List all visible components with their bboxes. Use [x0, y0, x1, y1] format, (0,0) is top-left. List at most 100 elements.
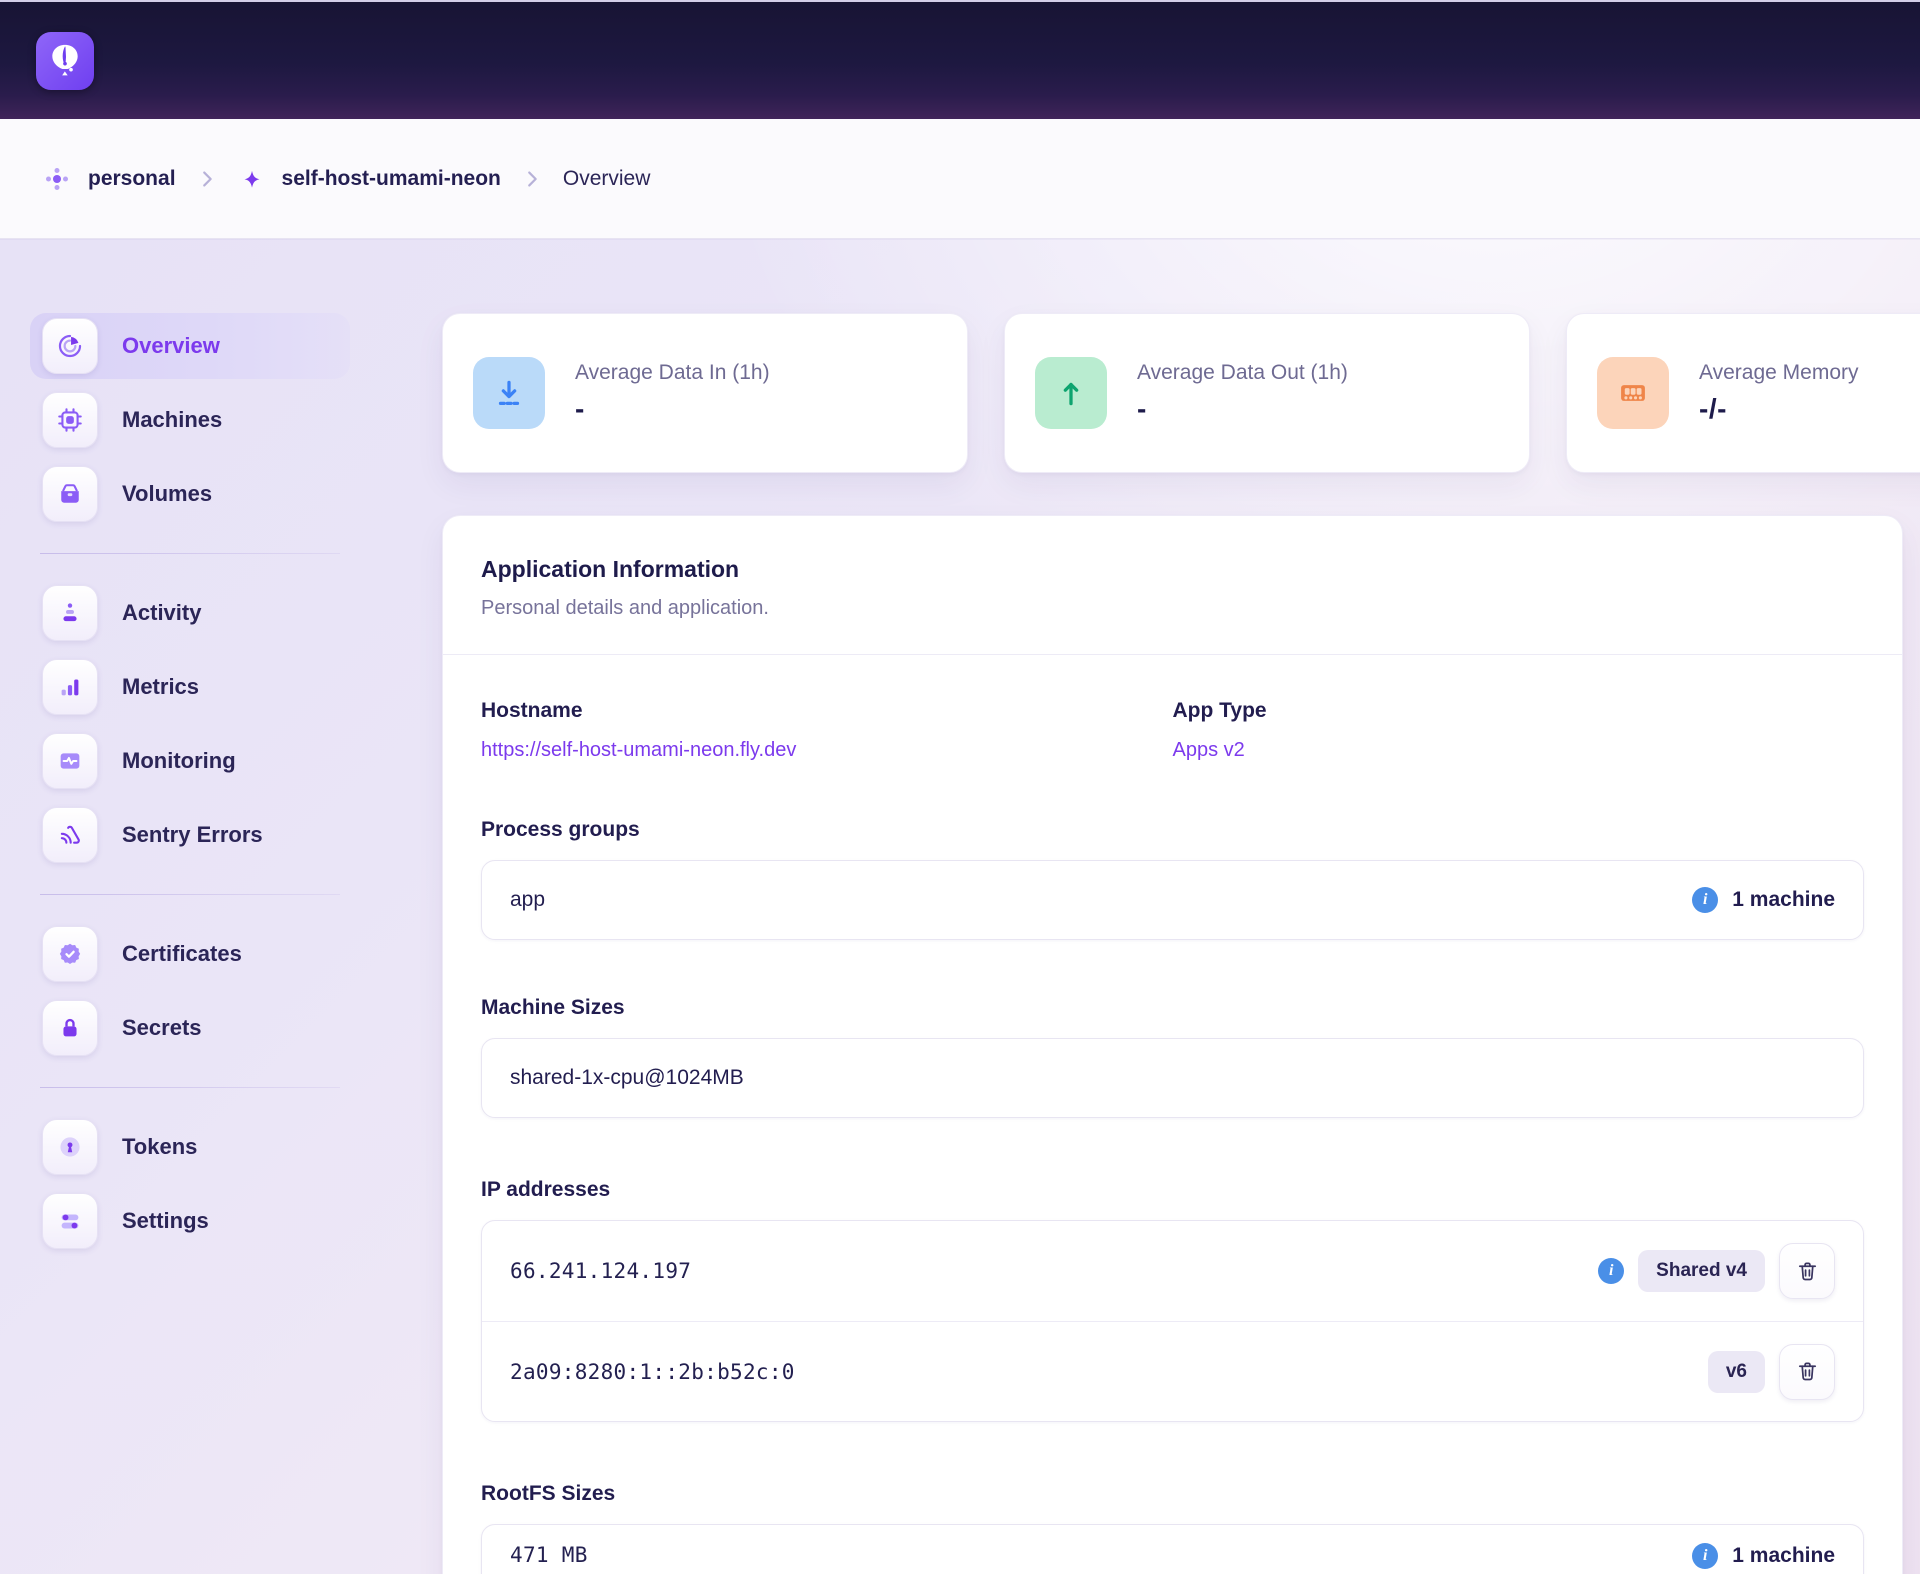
- stat-value: -: [575, 393, 770, 425]
- app-type-label: App Type: [1173, 699, 1865, 723]
- memory-icon: [1597, 357, 1669, 429]
- sidebar-item-label: Metrics: [122, 674, 199, 700]
- sidebar-item-secrets[interactable]: Secrets: [30, 995, 350, 1061]
- app-card-title: Application Information: [481, 556, 1864, 583]
- balloon-icon: [45, 41, 85, 81]
- stat-card-memory: Average Memory -/-: [1566, 313, 1920, 473]
- sidebar-item-tokens[interactable]: Tokens: [30, 1114, 350, 1180]
- sidebar-item-label: Tokens: [122, 1134, 197, 1160]
- stat-card-text: Average Data In (1h) -: [575, 361, 770, 425]
- machine-sizes-label: Machine Sizes: [481, 996, 1864, 1020]
- ip-type-badge: Shared v4: [1638, 1250, 1765, 1292]
- app-type-field: App Type Apps v2: [1173, 699, 1865, 762]
- sidebar-item-label: Overview: [122, 333, 220, 359]
- sidebar: Overview Machines: [30, 313, 350, 1262]
- monitor-pulse-icon: [42, 733, 98, 789]
- application-information-card: Application Information Personal details…: [442, 515, 1903, 1574]
- info-icon[interactable]: i: [1692, 1543, 1718, 1569]
- sidebar-item-certificates[interactable]: Certificates: [30, 921, 350, 987]
- fly-logo[interactable]: [36, 32, 94, 90]
- rootfs-sizes-label: RootFS Sizes: [481, 1482, 1864, 1506]
- sidebar-item-overview[interactable]: Overview: [30, 313, 350, 379]
- chevron-right-icon: [196, 168, 218, 190]
- rootfs-row-right: i 1 machine: [1692, 1543, 1835, 1569]
- activity-stack-icon: [42, 585, 98, 641]
- layout: Overview Machines: [0, 239, 1920, 1574]
- overview-icon: [42, 318, 98, 374]
- ip-row-v4: 66.241.124.197 i Shared v4: [482, 1221, 1863, 1321]
- ip-row-right: v6: [1708, 1344, 1835, 1400]
- sidebar-item-label: Machines: [122, 407, 222, 433]
- sidebar-item-settings[interactable]: Settings: [30, 1188, 350, 1254]
- app-card-header: Application Information Personal details…: [443, 516, 1902, 655]
- delete-ip-button[interactable]: [1779, 1243, 1835, 1299]
- keyhole-icon: [42, 1119, 98, 1175]
- sidebar-item-sentry-errors[interactable]: Sentry Errors: [30, 802, 350, 868]
- sidebar-item-volumes[interactable]: Volumes: [30, 461, 350, 527]
- lock-icon: [42, 1000, 98, 1056]
- page: personal self-host-umami-neon Overview: [0, 0, 1920, 1574]
- machine-count: 1 machine: [1732, 1544, 1835, 1568]
- sidebar-item-metrics[interactable]: Metrics: [30, 654, 350, 720]
- delete-ip-button[interactable]: [1779, 1344, 1835, 1400]
- process-groups-label: Process groups: [481, 818, 1864, 842]
- stat-card-text: Average Data Out (1h) -: [1137, 361, 1348, 425]
- process-group-name: app: [510, 888, 545, 912]
- stat-value: -: [1137, 393, 1348, 425]
- stat-title: Average Data In (1h): [575, 361, 770, 385]
- sidebar-item-machines[interactable]: Machines: [30, 387, 350, 453]
- chevron-right-icon: [521, 168, 543, 190]
- breadcrumb-org[interactable]: personal: [42, 164, 176, 194]
- cpu-chip-icon: [42, 392, 98, 448]
- sidebar-item-label: Certificates: [122, 941, 242, 967]
- stats-row: Average Data In (1h) - Average Data Out …: [442, 313, 1903, 473]
- stat-card-data-out: Average Data Out (1h) -: [1004, 313, 1530, 473]
- hostname-field: Hostname https://self-host-umami-neon.fl…: [481, 699, 1173, 762]
- breadcrumb-org-label: personal: [88, 167, 176, 191]
- app-card-body: Hostname https://self-host-umami-neon.fl…: [443, 655, 1902, 1574]
- ip-type-badge: v6: [1708, 1351, 1765, 1393]
- sidebar-item-label: Monitoring: [122, 748, 236, 774]
- org-dots-icon: [42, 164, 72, 194]
- package-icon: [42, 466, 98, 522]
- machine-count: 1 machine: [1732, 888, 1835, 912]
- breadcrumb-app[interactable]: self-host-umami-neon: [238, 165, 501, 193]
- rootfs-sizes-box: 471 MB i 1 machine: [481, 1524, 1864, 1574]
- main-content: Average Data In (1h) - Average Data Out …: [442, 313, 1920, 1574]
- sidebar-item-activity[interactable]: Activity: [30, 580, 350, 646]
- stat-title: Average Memory: [1699, 361, 1859, 385]
- stat-card-text: Average Memory -/-: [1699, 361, 1859, 425]
- sidebar-item-label: Sentry Errors: [122, 822, 263, 848]
- process-group-row: app i 1 machine: [482, 861, 1863, 939]
- top-header: [0, 0, 1920, 119]
- machine-sizes-box: shared-1x-cpu@1024MB: [481, 1038, 1864, 1118]
- app-card-subtitle: Personal details and application.: [481, 597, 1864, 620]
- app-type-link[interactable]: Apps v2: [1173, 739, 1245, 762]
- trash-icon: [1796, 1260, 1819, 1283]
- ip-addresses-label: IP addresses: [481, 1178, 1864, 1202]
- rootfs-size: 471 MB: [510, 1543, 588, 1567]
- hostname-apptype-grid: Hostname https://self-host-umami-neon.fl…: [481, 699, 1864, 762]
- machine-size-row: shared-1x-cpu@1024MB: [482, 1039, 1863, 1117]
- sidebar-item-label: Volumes: [122, 481, 212, 507]
- machine-size-value: shared-1x-cpu@1024MB: [510, 1066, 744, 1090]
- info-icon[interactable]: i: [1598, 1258, 1624, 1284]
- certificate-badge-icon: [42, 926, 98, 982]
- upload-icon: [1035, 357, 1107, 429]
- hostname-label: Hostname: [481, 699, 1173, 723]
- sentry-logo-icon: [42, 807, 98, 863]
- breadcrumb-page-label: Overview: [563, 167, 651, 191]
- breadcrumb-page[interactable]: Overview: [563, 167, 651, 191]
- info-icon[interactable]: i: [1692, 887, 1718, 913]
- trash-icon: [1796, 1360, 1819, 1383]
- ip-row-right: i Shared v4: [1598, 1243, 1835, 1299]
- rootfs-row: 471 MB i 1 machine: [482, 1525, 1863, 1574]
- stat-value: -/-: [1699, 393, 1859, 425]
- toggles-icon: [42, 1193, 98, 1249]
- hostname-link[interactable]: https://self-host-umami-neon.fly.dev: [481, 739, 796, 762]
- sidebar-divider: [40, 894, 340, 895]
- sidebar-item-monitoring[interactable]: Monitoring: [30, 728, 350, 794]
- stat-title: Average Data Out (1h): [1137, 361, 1348, 385]
- sidebar-item-label: Secrets: [122, 1015, 202, 1041]
- process-groups-box: app i 1 machine: [481, 860, 1864, 940]
